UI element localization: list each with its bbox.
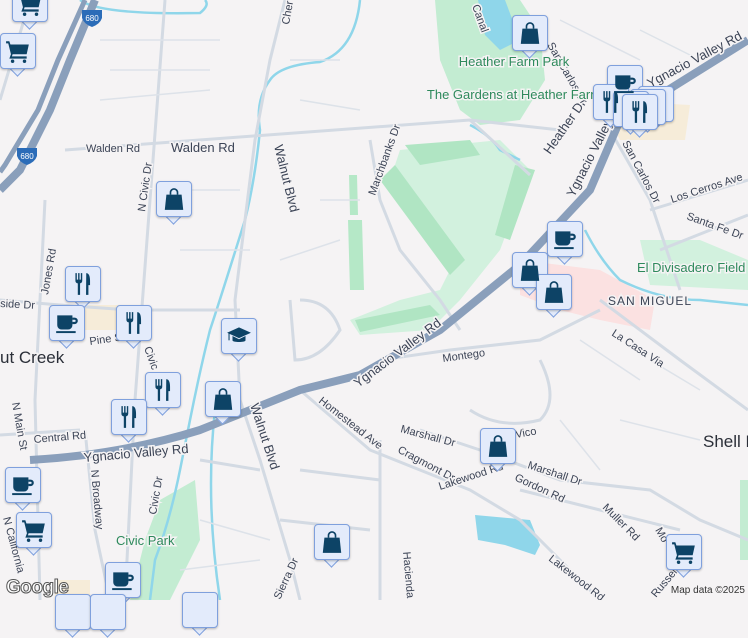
fork-knife-icon — [150, 377, 176, 403]
google-logo: Google — [5, 577, 69, 599]
shopping-marker[interactable] — [536, 274, 572, 318]
road-label: Heather Dr — [540, 95, 589, 156]
shopping-marker[interactable] — [90, 594, 126, 638]
cafe-marker[interactable] — [49, 305, 85, 349]
map-attribution[interactable]: Map data ©2025 — [667, 585, 748, 596]
lake — [475, 515, 540, 555]
restaurant-marker[interactable] — [145, 372, 181, 416]
coffee-cup-icon — [54, 310, 80, 336]
grocery-marker[interactable] — [666, 534, 702, 578]
shopping-marker[interactable] — [512, 15, 548, 59]
fork-knife-icon — [116, 404, 142, 430]
road-label: Marshall Dr — [399, 423, 457, 449]
restaurant-marker[interactable] — [111, 399, 147, 443]
road-label: Hacienda — [400, 551, 416, 599]
fork-knife-icon — [598, 89, 624, 115]
graduation-cap-icon — [226, 323, 252, 349]
road-label: San Carlos Dr — [619, 139, 662, 206]
road-label: Walden Rd — [171, 140, 235, 155]
shopping-marker[interactable] — [205, 381, 241, 425]
road-label: Los Cerros Ave — [669, 171, 744, 206]
grocery-marker[interactable] — [16, 512, 52, 556]
shopping-bag-icon — [517, 257, 543, 283]
fork-knife-icon — [627, 99, 653, 125]
school-marker[interactable] — [221, 318, 257, 362]
shopping-bag-icon — [319, 529, 345, 555]
road-label: Muller Rd — [600, 502, 642, 544]
shopping-bag-icon — [485, 433, 511, 459]
fork-knife-icon — [121, 310, 147, 336]
place-label-walnut-creek: ut Creek — [0, 348, 65, 367]
road-label: Walden Rd — [86, 143, 140, 155]
cart-icon — [5, 38, 31, 64]
shopping-marker[interactable] — [314, 524, 350, 568]
fork-knife-icon — [70, 271, 96, 297]
road-label: Ygnacio Valley Rd — [83, 441, 189, 465]
shopping-bag-icon — [161, 186, 187, 212]
shopping-bag-icon — [517, 20, 543, 46]
place-label-gardens: The Gardens at Heather Farm — [427, 87, 601, 102]
restaurant-marker[interactable] — [65, 266, 101, 310]
road-label: La Casa Via — [609, 327, 666, 370]
road-label: Lakewood Rd — [546, 553, 606, 600]
svg-text:680: 680 — [20, 152, 34, 161]
restaurant-marker[interactable] — [622, 94, 658, 138]
grocery-marker[interactable] — [0, 33, 36, 77]
cart-icon — [21, 517, 47, 543]
grocery-marker[interactable] — [12, 0, 48, 30]
coffee-cup-icon — [110, 567, 136, 593]
place-label-civic-park: Civic Park — [116, 533, 175, 548]
road-label: side Dr — [0, 298, 36, 312]
shopping-marker[interactable] — [55, 594, 91, 638]
cart-icon — [17, 0, 43, 17]
shopping-bag-icon — [210, 386, 236, 412]
shopping-bag-icon — [541, 279, 567, 305]
shopping-marker[interactable] — [156, 181, 192, 225]
cafe-marker[interactable] — [547, 221, 583, 265]
shopping-marker[interactable] — [182, 592, 218, 636]
road-label: Walnut Blvd — [271, 143, 302, 213]
road-label: Vico — [514, 425, 537, 440]
svg-text:680: 680 — [85, 14, 99, 23]
cafe-marker[interactable] — [5, 467, 41, 511]
road-label: Ygnacio Valley Rd — [644, 28, 744, 91]
cart-icon — [671, 539, 697, 565]
road-label: Homestead Ave — [316, 395, 384, 452]
restaurant-marker[interactable] — [116, 305, 152, 349]
place-label-san-miguel: SAN MIGUEL — [608, 294, 692, 308]
road-label: N Main St — [9, 401, 29, 451]
coffee-cup-icon — [552, 226, 578, 252]
place-label-el-divisadero: El Divisadero Field — [637, 260, 745, 275]
coffee-cup-icon — [10, 472, 36, 498]
shopping-marker[interactable] — [480, 428, 516, 472]
place-label-shell-ridge: Shell R — [703, 432, 748, 451]
